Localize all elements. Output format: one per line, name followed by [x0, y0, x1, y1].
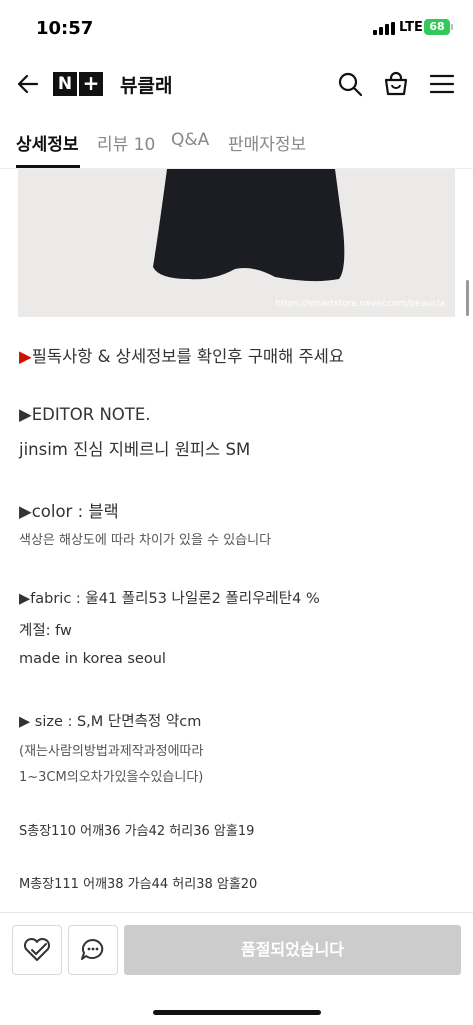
logo-n: N: [53, 72, 77, 96]
origin-text: made in korea seoul: [19, 651, 166, 667]
detail-tabs: 상세정보 리뷰 10 Q&A 판매자정보: [0, 112, 473, 169]
tab-qna[interactable]: Q&A: [171, 130, 209, 150]
size-note-2: 1~3CM의오차가있을수있습니다): [19, 770, 204, 785]
bottom-action-bar: 품절되었습니다: [0, 912, 473, 1025]
naver-plus-logo[interactable]: N +: [53, 72, 103, 96]
shopping-bag-icon[interactable]: [382, 70, 410, 98]
heart-check-icon: [23, 937, 51, 961]
size-m-measurements: M총장111 어깨38 가슴44 허리38 암홀20: [19, 877, 258, 892]
size-label: ▶ size : S,M 단면측정 약cm: [19, 714, 202, 730]
image-watermark: https://smartstore.naver.com/beaucla: [275, 299, 445, 309]
menu-icon[interactable]: [428, 70, 456, 98]
size-s-measurements: S총장110 어깨36 가슴42 허리36 암홀19: [19, 824, 255, 839]
status-time: 10:57: [36, 18, 94, 39]
tab-details[interactable]: 상세정보: [16, 130, 79, 155]
product-image: https://smartstore.naver.com/beaucla: [18, 169, 455, 317]
notice-line: ▶필독사항 & 상세정보를 확인후 구매해 주세요: [19, 343, 459, 367]
size-note-1: (재는사람의방법과제작과정에따라: [19, 744, 204, 759]
editor-note-heading: ▶EDITOR NOTE.: [19, 405, 151, 424]
scrollbar[interactable]: [466, 280, 469, 316]
dress-photo: [153, 169, 345, 282]
notice-text: 필독사항 & 상세정보를 확인후 구매해 주세요: [31, 347, 345, 366]
season-text: 계절: fw: [19, 623, 72, 639]
battery-icon: 68: [424, 19, 450, 35]
wishlist-button[interactable]: [12, 925, 62, 975]
logo-plus: +: [79, 72, 103, 96]
network-label: LTE: [399, 20, 423, 35]
chat-button[interactable]: [68, 925, 118, 975]
color-note: 색상은 해상도에 따라 차이가 있을 수 있습니다: [19, 533, 272, 548]
search-icon[interactable]: [336, 70, 364, 98]
chat-bubble-icon: [81, 938, 104, 960]
sold-out-button[interactable]: 품절되었습니다: [124, 925, 461, 975]
home-indicator[interactable]: [153, 1010, 321, 1015]
status-bar: 10:57 LTE 68: [0, 0, 473, 56]
tab-seller-info[interactable]: 판매자정보: [228, 130, 306, 155]
back-arrow-icon[interactable]: [14, 70, 42, 98]
store-name[interactable]: 뷰클래: [120, 71, 172, 98]
signal-icon: [373, 22, 395, 35]
tab-reviews[interactable]: 리뷰 10: [97, 130, 155, 155]
color-label: ▶color : 블랙: [19, 502, 119, 521]
app-header: N + 뷰클래: [0, 56, 473, 112]
notice-marker: ▶: [19, 347, 32, 366]
fabric-label: ▶fabric : 울41 폴리53 나일론2 폴리우레탄4 %: [19, 591, 320, 607]
battery-tip: [451, 24, 453, 30]
active-tab-underline: [16, 165, 80, 168]
editor-note-text: jinsim 진심 지베르니 원피스 SM: [19, 440, 251, 459]
